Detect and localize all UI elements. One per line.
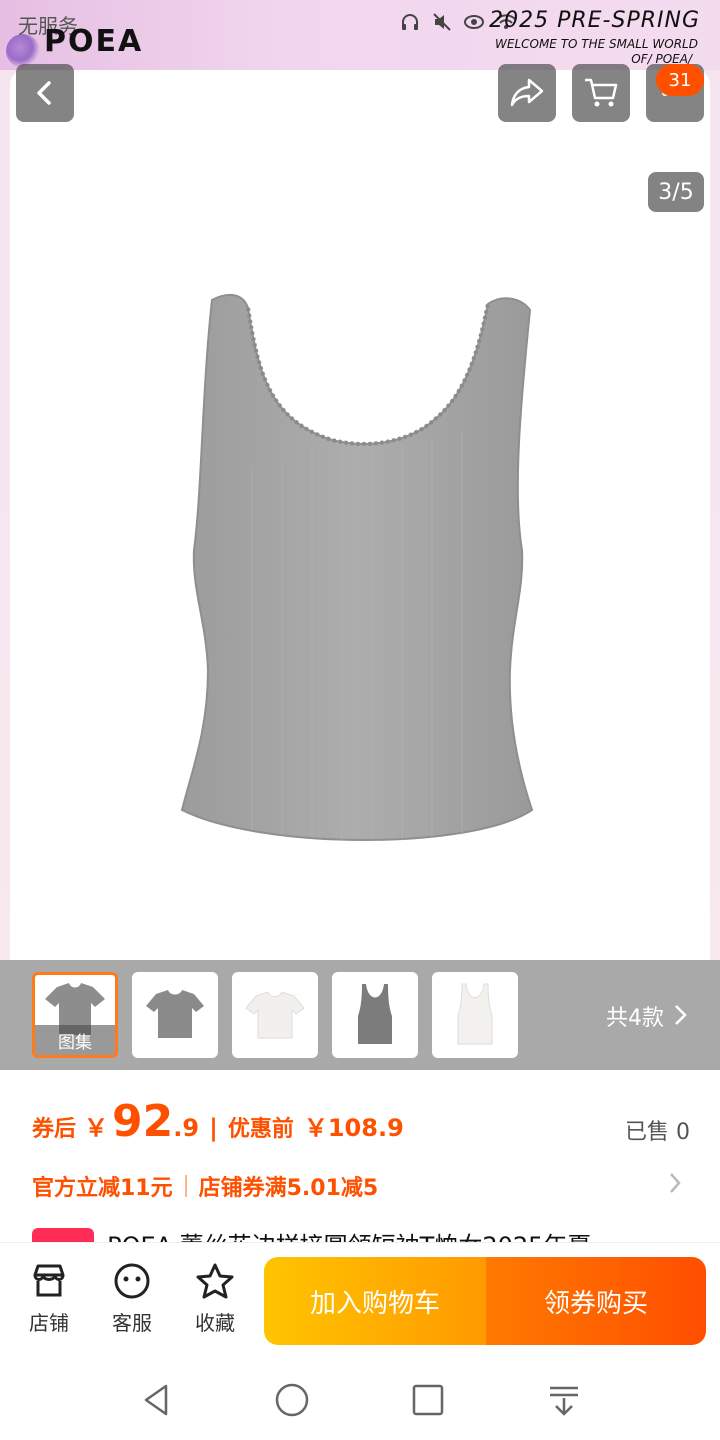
cart-count-badge: 31 (656, 64, 704, 96)
banner-headline: 2025 PRE-SPRING (489, 8, 700, 33)
action-bar: 店铺 客服 收藏 加入购物车 领券购买 (0, 1242, 720, 1360)
service-label: 客服 (112, 1311, 152, 1335)
product-photo-tank-top (180, 293, 534, 841)
original-price: ￥108.9 (303, 1114, 404, 1142)
chevron-right-icon[interactable] (672, 1004, 688, 1026)
product-title-text: POEA 蕾丝花边样接圆领短袖T恤女2025年夏 (107, 1228, 591, 1242)
thumbnail-strip: 图集 共4款 (0, 960, 720, 1070)
download-icon[interactable] (544, 1380, 584, 1420)
tank-thumbnail-icon (358, 984, 392, 1044)
eye-icon (464, 12, 484, 32)
store-banner: 无服务 POEA 2025 PRE-SPRING WELCOME TO THE … (0, 0, 720, 70)
sold-count: 已售 0 (625, 1120, 690, 1145)
tshirt-thumbnail-icon (245, 991, 305, 1039)
store-coupon: 店铺券满5.01减5 (198, 1176, 379, 1201)
cart-button[interactable] (572, 64, 630, 122)
price-row: 券后 ￥ 92 .9 | 优惠前 ￥108.9 (32, 1096, 404, 1147)
tank-thumbnail-icon (457, 983, 493, 1045)
service-button[interactable]: 客服 (97, 1263, 167, 1336)
product-title: POEA 蕾丝花边样接圆领短袖T恤女2025年夏 (32, 1228, 720, 1242)
share-button[interactable] (498, 64, 556, 122)
back-triangle-icon[interactable] (136, 1380, 176, 1420)
share-icon (510, 78, 544, 107)
thumbnail-white-tank[interactable] (432, 972, 518, 1058)
store-icon (33, 1264, 65, 1297)
favorite-label: 收藏 (195, 1311, 235, 1335)
add-to-cart-button[interactable]: 加入购物车 (264, 1257, 486, 1345)
price-integer: 92 (112, 1096, 174, 1147)
system-navigation (0, 1360, 720, 1440)
price-divider: | (209, 1114, 218, 1142)
chevron-left-icon (37, 81, 51, 105)
image-counter: 3/5 (648, 172, 704, 212)
variant-total[interactable]: 共4款 (606, 1000, 664, 1032)
recents-square-icon[interactable] (408, 1380, 448, 1420)
coupon-price-label: 券后 (32, 1117, 77, 1142)
store-label: 店铺 (29, 1311, 69, 1335)
official-discount: 官方立减11元 (32, 1176, 173, 1201)
currency-symbol: ￥ (84, 1114, 109, 1142)
original-price-label: 优惠前 (227, 1117, 294, 1142)
back-button[interactable] (16, 64, 74, 122)
tshirt-thumbnail-icon (146, 990, 204, 1038)
chevron-right-icon[interactable] (668, 1172, 682, 1194)
thumbnail-gray-tank[interactable] (332, 972, 418, 1058)
headphones-icon (400, 12, 420, 32)
promo-separator (184, 1175, 187, 1197)
star-icon (196, 1263, 234, 1299)
thumbnail-label: 图集 (35, 1025, 115, 1055)
promo-row[interactable]: 官方立减11元 店铺券满5.01减5 (32, 1170, 378, 1202)
favorite-button[interactable]: 收藏 (180, 1263, 250, 1336)
buy-with-coupon-button[interactable]: 领券购买 (486, 1257, 706, 1345)
mute-icon (432, 12, 452, 32)
brand-logo: POEA (44, 24, 144, 59)
title-tag-badge (32, 1228, 94, 1242)
thumbnail-gallery[interactable]: 图集 (32, 972, 118, 1058)
thumbnail-white-tshirt[interactable] (232, 972, 318, 1058)
thumbnail-gray-tshirt[interactable] (132, 972, 218, 1058)
cart-icon (585, 78, 618, 107)
banner-subtitle: WELCOME TO THE SMALL WORLD (495, 37, 698, 51)
price-decimal: .9 (173, 1114, 200, 1142)
store-button[interactable]: 店铺 (14, 1263, 84, 1336)
flower-decoration (6, 34, 40, 68)
customer-service-icon (114, 1263, 150, 1299)
home-circle-icon[interactable] (272, 1380, 312, 1420)
